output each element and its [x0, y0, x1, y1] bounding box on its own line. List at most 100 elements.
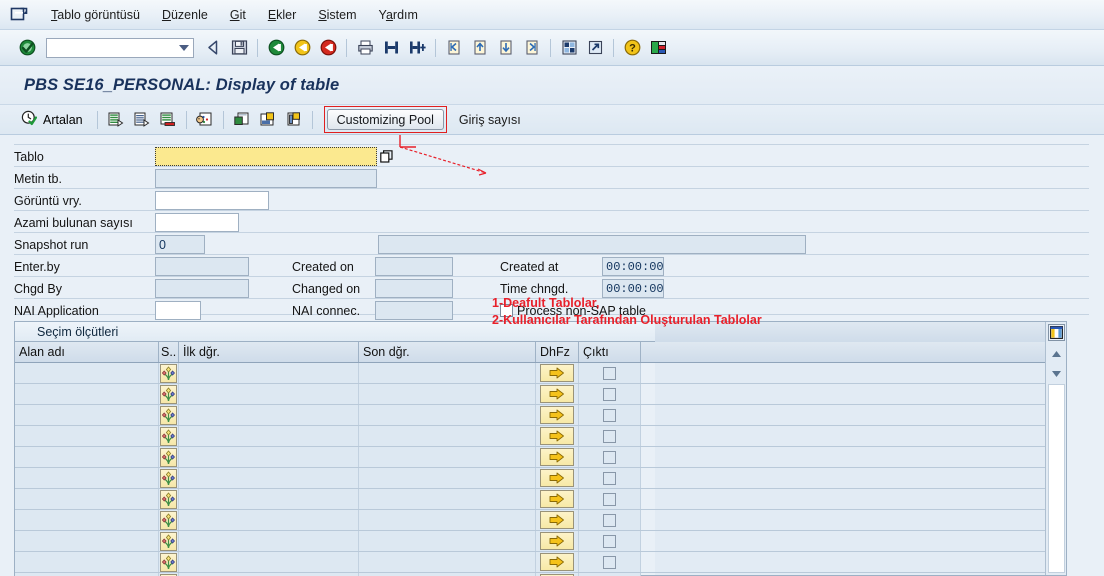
first-page-icon[interactable]	[443, 37, 465, 59]
stop-red-icon[interactable]	[317, 37, 339, 59]
scroll-track[interactable]	[1048, 384, 1065, 573]
output-checkbox[interactable]	[603, 387, 616, 401]
cell-son-dgr[interactable]	[359, 489, 536, 509]
multiple-selection-icon[interactable]	[160, 468, 177, 488]
cell-ilk-dgr[interactable]	[179, 468, 359, 488]
table-settings-icon[interactable]	[157, 109, 179, 131]
arrow-right-icon[interactable]	[540, 469, 574, 487]
cell-selection-options[interactable]	[159, 489, 179, 509]
menu-item-duzenle[interactable]: Düzenle	[151, 6, 219, 24]
cell-son-dgr[interactable]	[359, 405, 536, 425]
cell-dhfz[interactable]	[536, 468, 579, 488]
menu-item-git[interactable]: Git	[219, 6, 257, 24]
cell-cikti[interactable]	[579, 552, 641, 572]
cell-dhfz[interactable]	[536, 447, 579, 467]
arrow-right-icon[interactable]	[540, 448, 574, 466]
display-variant-icon[interactable]	[257, 109, 279, 131]
table-row[interactable]	[15, 363, 1066, 384]
save-icon[interactable]	[228, 37, 250, 59]
menu-item-yardim[interactable]: Yardım	[368, 6, 429, 24]
multiple-selection-icon[interactable]	[160, 531, 177, 551]
scroll-up-icon[interactable]	[1048, 346, 1065, 361]
table-row[interactable]	[15, 426, 1066, 447]
column-header-son-dgr[interactable]: Son dğr.	[359, 342, 536, 362]
column-header-ilk-dgr[interactable]: İlk dğr.	[179, 342, 359, 362]
menu-item-sistem[interactable]: Sistem	[307, 6, 367, 24]
back-icon[interactable]	[202, 37, 224, 59]
arrow-right-icon[interactable]	[540, 511, 574, 529]
menu-item-tablo-goruntusu[interactable]: Tablo görüntüsü	[40, 6, 151, 24]
multiple-selection-icon[interactable]	[160, 426, 177, 446]
cell-son-dgr[interactable]	[359, 384, 536, 404]
cell-selection-options[interactable]	[159, 447, 179, 467]
cell-selection-options[interactable]	[159, 405, 179, 425]
output-checkbox[interactable]	[603, 429, 616, 443]
changed-on-input[interactable]	[375, 279, 453, 298]
create-session-icon[interactable]	[558, 37, 580, 59]
cell-cikti[interactable]	[579, 531, 641, 551]
chgd-by-input[interactable]	[155, 279, 249, 298]
cell-cikti[interactable]	[579, 468, 641, 488]
customizing-pool-button[interactable]: Customizing Pool	[326, 109, 444, 130]
multiple-selection-icon[interactable]	[160, 384, 177, 404]
nai-connec-input[interactable]	[375, 301, 453, 320]
multiple-selection-icon[interactable]	[160, 489, 177, 509]
user-settings-icon[interactable]	[194, 109, 216, 131]
table-row[interactable]	[15, 405, 1066, 426]
table-row[interactable]	[15, 489, 1066, 510]
print-icon[interactable]	[354, 37, 376, 59]
cell-selection-options[interactable]	[159, 363, 179, 383]
arrow-right-icon[interactable]	[540, 490, 574, 508]
table-row[interactable]	[15, 510, 1066, 531]
cell-ilk-dgr[interactable]	[179, 384, 359, 404]
output-checkbox[interactable]	[603, 534, 616, 548]
create-shortcut-icon[interactable]	[584, 37, 606, 59]
nai-application-input[interactable]	[155, 301, 201, 320]
background-button[interactable]: Artalan	[14, 109, 90, 131]
arrow-right-icon[interactable]	[540, 385, 574, 403]
cell-selection-options[interactable]	[159, 531, 179, 551]
azami-bulunan-input[interactable]	[155, 213, 239, 232]
cell-ilk-dgr[interactable]	[179, 531, 359, 551]
multiple-selection-icon[interactable]	[379, 148, 394, 165]
cell-cikti[interactable]	[579, 510, 641, 530]
delete-variant-icon[interactable]	[283, 109, 305, 131]
command-field[interactable]	[46, 37, 194, 58]
cell-alan-adi[interactable]	[15, 510, 159, 530]
cell-ilk-dgr[interactable]	[179, 552, 359, 572]
cell-alan-adi[interactable]	[15, 552, 159, 572]
cell-ilk-dgr[interactable]	[179, 363, 359, 383]
number-of-entries-icon[interactable]	[105, 109, 127, 131]
cell-alan-adi[interactable]	[15, 447, 159, 467]
last-page-icon[interactable]	[521, 37, 543, 59]
cell-cikti[interactable]	[579, 447, 641, 467]
table-row[interactable]	[15, 384, 1066, 405]
chevron-down-icon[interactable]	[179, 44, 189, 51]
snapshot-run-input[interactable]	[155, 235, 205, 254]
enter-by-input[interactable]	[155, 257, 249, 276]
created-at-value[interactable]: 00:00:00	[602, 257, 664, 276]
cell-cikti[interactable]	[579, 405, 641, 425]
cell-alan-adi[interactable]	[15, 384, 159, 404]
cell-ilk-dgr[interactable]	[179, 426, 359, 446]
tablo-input[interactable]	[155, 147, 377, 166]
created-on-input[interactable]	[375, 257, 453, 276]
output-checkbox[interactable]	[603, 450, 616, 464]
output-checkbox[interactable]	[603, 366, 616, 380]
output-checkbox[interactable]	[603, 492, 616, 506]
find-icon[interactable]	[380, 37, 402, 59]
cell-selection-options[interactable]	[159, 384, 179, 404]
cell-son-dgr[interactable]	[359, 426, 536, 446]
multiple-selection-icon[interactable]	[160, 363, 177, 383]
copy-variant-icon[interactable]	[231, 109, 253, 131]
scroll-down-icon[interactable]	[1048, 366, 1065, 381]
cell-son-dgr[interactable]	[359, 510, 536, 530]
cell-son-dgr[interactable]	[359, 447, 536, 467]
cell-cikti[interactable]	[579, 363, 641, 383]
output-checkbox[interactable]	[603, 555, 616, 569]
table-row[interactable]	[15, 531, 1066, 552]
multiple-selection-icon[interactable]	[160, 447, 177, 467]
menu-item-ekler[interactable]: Ekler	[257, 6, 308, 24]
previous-page-icon[interactable]	[469, 37, 491, 59]
multiple-selection-icon[interactable]	[160, 552, 177, 572]
